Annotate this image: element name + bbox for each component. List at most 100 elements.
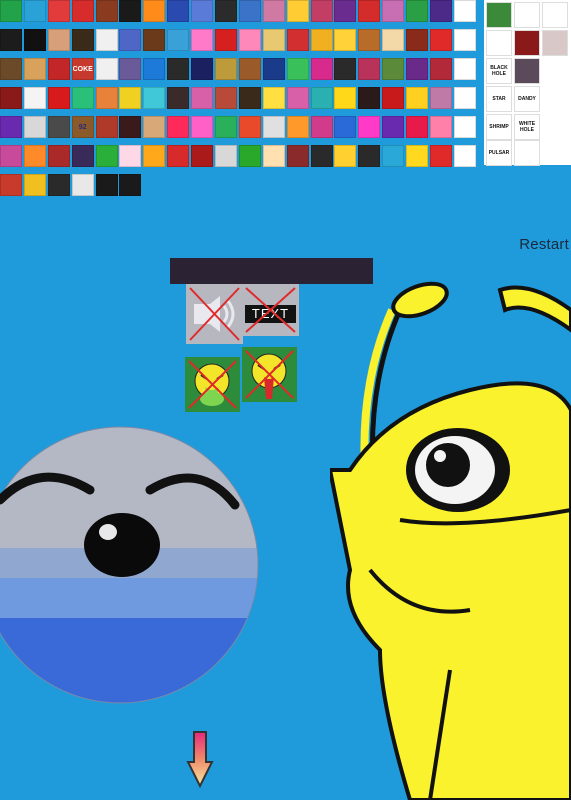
side-icon-1[interactable]: [486, 2, 512, 28]
grid-icon[interactable]: [453, 0, 476, 22]
grid-icon[interactable]: [143, 145, 166, 167]
side-item-dandy[interactable]: DANDY: [514, 86, 540, 112]
grid-icon[interactable]: [95, 58, 118, 80]
grid-icon[interactable]: [262, 58, 285, 80]
grid-icon[interactable]: [358, 0, 381, 22]
grid-icon[interactable]: [143, 116, 166, 138]
grid-icon[interactable]: [143, 58, 166, 80]
grid-icon[interactable]: [95, 29, 118, 51]
grid-icon[interactable]: [143, 0, 166, 22]
grid-icon[interactable]: [310, 58, 333, 80]
side-icon-8[interactable]: [514, 140, 540, 166]
grid-icon[interactable]: [430, 0, 453, 22]
grid-icon[interactable]: [215, 58, 238, 80]
grid-icon[interactable]: [119, 116, 142, 138]
grid-icon[interactable]: [23, 87, 46, 109]
grid-icon[interactable]: [310, 145, 333, 167]
grid-icon[interactable]: [334, 116, 357, 138]
grid-icon[interactable]: [119, 87, 142, 109]
grid-icon[interactable]: [119, 174, 142, 196]
restart-button[interactable]: Restart: [519, 236, 569, 253]
grid-icon[interactable]: [430, 58, 453, 80]
grid-icon[interactable]: [406, 29, 429, 51]
grid-icon[interactable]: [334, 87, 357, 109]
side-item-white-hole[interactable]: WHITE HOLE: [514, 114, 540, 140]
text-tile[interactable]: TEXT: [242, 284, 299, 336]
grid-icon[interactable]: [430, 87, 453, 109]
grid-icon[interactable]: [382, 58, 405, 80]
grid-icon[interactable]: [119, 0, 142, 22]
grid-icon[interactable]: [0, 29, 22, 51]
grid-icon[interactable]: [334, 29, 357, 51]
grid-icon[interactable]: [0, 174, 22, 196]
grid-icon[interactable]: [382, 145, 405, 167]
grid-icon[interactable]: [286, 58, 309, 80]
grid-icon[interactable]: [191, 29, 214, 51]
grid-icon[interactable]: [23, 0, 46, 22]
grid-icon[interactable]: [23, 145, 46, 167]
grid-icon[interactable]: [262, 145, 285, 167]
grid-icon[interactable]: [71, 0, 94, 22]
grid-icon[interactable]: [286, 145, 309, 167]
grid-icon[interactable]: [262, 87, 285, 109]
grid-icon[interactable]: [238, 29, 261, 51]
grid-icon[interactable]: [262, 116, 285, 138]
grid-icon[interactable]: [143, 29, 166, 51]
grid-icon[interactable]: [191, 0, 214, 22]
grid-icon[interactable]: [358, 145, 381, 167]
sound-tile[interactable]: [186, 284, 243, 344]
grid-icon[interactable]: [430, 29, 453, 51]
side-icon-5[interactable]: [514, 30, 540, 56]
grid-icon[interactable]: [47, 116, 70, 138]
grid-icon[interactable]: [453, 116, 476, 138]
grid-icon[interactable]: [215, 0, 238, 22]
grid-icon[interactable]: [191, 58, 214, 80]
grid-icon[interactable]: [238, 116, 261, 138]
grid-icon[interactable]: [406, 145, 429, 167]
grid-icon[interactable]: [310, 0, 333, 22]
grid-icon[interactable]: [95, 116, 118, 138]
grid-icon[interactable]: [286, 87, 309, 109]
grid-icon[interactable]: [95, 0, 118, 22]
grid-icon[interactable]: [0, 145, 22, 167]
grid-icon[interactable]: [358, 58, 381, 80]
grid-icon[interactable]: [0, 87, 22, 109]
side-item-pulsar[interactable]: PULSAR: [486, 140, 512, 166]
grid-icon[interactable]: [23, 29, 46, 51]
side-icon-3[interactable]: [542, 2, 568, 28]
grid-icon[interactable]: [406, 116, 429, 138]
grid-icon[interactable]: [143, 87, 166, 109]
grid-icon[interactable]: [215, 87, 238, 109]
grid-icon[interactable]: [215, 145, 238, 167]
grid-icon[interactable]: [406, 58, 429, 80]
grid-icon[interactable]: [47, 145, 70, 167]
grid-icon[interactable]: [310, 29, 333, 51]
grid-icon[interactable]: [95, 145, 118, 167]
grid-icon[interactable]: [430, 116, 453, 138]
grid-icon[interactable]: [191, 116, 214, 138]
grid-icon[interactable]: [286, 0, 309, 22]
grid-icon[interactable]: [95, 87, 118, 109]
grid-icon[interactable]: [23, 58, 46, 80]
grid-icon[interactable]: [382, 116, 405, 138]
grid-icon[interactable]: [0, 0, 22, 22]
grid-icon[interactable]: [167, 58, 190, 80]
grid-icon[interactable]: [453, 145, 476, 167]
grid-icon[interactable]: [167, 0, 190, 22]
side-icon-4[interactable]: [486, 30, 512, 56]
grid-icon[interactable]: [286, 116, 309, 138]
grid-icon[interactable]: [406, 0, 429, 22]
grid-icon[interactable]: [167, 87, 190, 109]
grid-icon[interactable]: [0, 116, 22, 138]
grid-icon[interactable]: [167, 29, 190, 51]
grid-icon[interactable]: [334, 58, 357, 80]
grid-icon[interactable]: [191, 87, 214, 109]
grid-icon[interactable]: [47, 29, 70, 51]
grid-icon[interactable]: [191, 145, 214, 167]
grid-icon[interactable]: [430, 145, 453, 167]
grid-icon[interactable]: [238, 145, 261, 167]
grid-icon[interactable]: [0, 58, 22, 80]
grid-icon[interactable]: [382, 87, 405, 109]
side-item-black-hole[interactable]: BLACK HOLE: [486, 58, 512, 84]
grid-icon[interactable]: [47, 58, 70, 80]
